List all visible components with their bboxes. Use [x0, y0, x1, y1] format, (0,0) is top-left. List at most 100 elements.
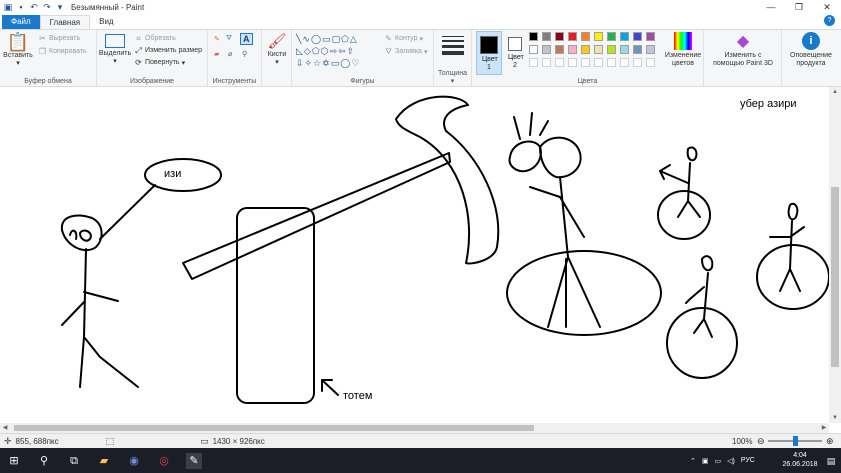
windows-start-icon[interactable]: ⊞ [6, 453, 22, 469]
shape-roundrect-icon[interactable]: ▢ [332, 34, 342, 44]
shape-pentagon-icon[interactable]: ⬠ [312, 46, 321, 56]
rotate-button[interactable]: ⟳ Повернуть ▾ [134, 58, 185, 67]
palette-swatch[interactable] [607, 32, 616, 41]
search-icon[interactable]: ⚲ [36, 453, 52, 469]
file-explorer-icon[interactable]: ▰ [96, 453, 112, 469]
shape-callout-oval-icon[interactable]: ◯ [340, 58, 351, 68]
customize-icon[interactable]: ▾ [55, 2, 65, 12]
color-picker-icon[interactable]: ⌀ [228, 50, 232, 58]
shape-up-arrow-icon[interactable]: ⇧ [347, 46, 356, 56]
shape-left-arrow-icon[interactable]: ⇦ [338, 46, 347, 56]
shape-down-arrow-icon[interactable]: ⇩ [296, 58, 305, 68]
palette-swatch[interactable] [555, 45, 564, 54]
custom-color-slot[interactable] [568, 58, 577, 67]
shapes-gallery[interactable]: ╲∿◯▭▢⬠△ ◺◇⬠⬡⇨⇦⇧ ⇩✧☆✡▭◯♡ [296, 33, 380, 69]
undo-icon[interactable]: ↶ [29, 2, 39, 12]
palette-swatch[interactable] [529, 45, 538, 54]
palette-swatch[interactable] [529, 32, 538, 41]
palette-swatch[interactable] [620, 32, 629, 41]
shape-diamond-icon[interactable]: ◇ [304, 46, 312, 56]
text-tool-icon[interactable]: A [240, 33, 253, 45]
shape-heart-icon[interactable]: ♡ [351, 58, 360, 68]
shape-callout-icon[interactable]: ▭ [331, 58, 341, 68]
custom-color-slot[interactable] [555, 58, 564, 67]
custom-color-slot[interactable] [607, 58, 616, 67]
horizontal-scrollbar[interactable]: ◀ ▶ [0, 423, 829, 433]
palette-swatch[interactable] [607, 45, 616, 54]
brushes-button[interactable]: 🖌 Кисти ▾ [263, 33, 291, 67]
zoom-in-button[interactable]: ⊕ [826, 436, 834, 447]
color1-button[interactable]: Цвет 1 [476, 31, 502, 75]
canvas-drawing[interactable]: изи тотем убер азири [0, 87, 829, 423]
edit-colors-button[interactable]: Изменение цветов [663, 32, 703, 68]
tab-file[interactable]: Файл [2, 15, 40, 29]
palette-swatch[interactable] [581, 32, 590, 41]
outline-button[interactable]: ✎ Контур ▾ [384, 34, 423, 43]
save-icon[interactable]: ▪ [16, 2, 26, 12]
select-button[interactable]: Выделить ▾ [98, 34, 132, 66]
shape-star4-icon[interactable]: ✧ [305, 58, 314, 68]
custom-color-slot[interactable] [633, 58, 642, 67]
fill-bucket-icon[interactable]: ⛛ [226, 35, 232, 43]
scroll-left-icon[interactable]: ◀ [0, 423, 10, 433]
paint-taskbar-icon[interactable]: ✎ [186, 453, 202, 469]
task-view-icon[interactable]: ⧉ [66, 453, 82, 469]
minimize-icon[interactable]: — [757, 0, 785, 14]
custom-color-slot[interactable] [581, 58, 590, 67]
close-icon[interactable]: ✕ [813, 0, 841, 14]
palette-swatch[interactable] [594, 32, 603, 41]
palette-swatch[interactable] [568, 32, 577, 41]
color2-button[interactable]: Цвет 2 [504, 31, 526, 75]
product-alert-button[interactable]: i Оповещение продукта [783, 32, 839, 68]
tab-view[interactable]: Вид [90, 15, 122, 29]
resize-button[interactable]: ⤢ Изменить размер [134, 46, 202, 55]
tray-chevron-icon[interactable]: ⌃ [690, 457, 696, 465]
clock[interactable]: 4:04 26.06.2018 [776, 451, 824, 469]
restore-icon[interactable]: ❐ [785, 0, 813, 14]
tray-app-icon[interactable]: ▣ [702, 457, 709, 465]
vertical-scrollbar[interactable]: ▲ ▼ [829, 87, 841, 423]
scroll-up-icon[interactable]: ▲ [829, 87, 841, 97]
paint3d-button[interactable]: ◆ Изменить с помощью Paint 3D [706, 32, 780, 68]
zoom-out-button[interactable]: ⊖ [757, 436, 765, 447]
shape-triangle-icon[interactable]: △ [350, 34, 358, 44]
custom-color-slot[interactable] [542, 58, 551, 67]
notifications-icon[interactable]: ▤ [823, 453, 839, 469]
cut-button[interactable]: ✂ Вырезать [38, 34, 80, 43]
vertical-scroll-thumb[interactable] [831, 187, 839, 367]
chrome-icon[interactable]: ◎ [156, 453, 172, 469]
palette-swatch[interactable] [620, 45, 629, 54]
shape-right-arrow-icon[interactable]: ⇨ [330, 46, 339, 56]
shape-oval-icon[interactable]: ◯ [311, 34, 322, 44]
magnifier-icon[interactable]: ⚲ [242, 50, 247, 58]
shape-star6-icon[interactable]: ✡ [322, 58, 331, 68]
eraser-icon[interactable]: ▰ [214, 50, 219, 58]
palette-swatch[interactable] [646, 32, 655, 41]
shape-rect-icon[interactable]: ▭ [322, 34, 332, 44]
copy-button[interactable]: ❐ Копировать [38, 47, 87, 56]
palette-swatch[interactable] [581, 45, 590, 54]
palette-swatch[interactable] [555, 32, 564, 41]
scroll-right-icon[interactable]: ▶ [819, 423, 829, 433]
crop-button[interactable]: ⌗ Обрезать [134, 34, 176, 43]
zoom-slider-thumb[interactable] [793, 436, 798, 446]
tab-home[interactable]: Главная [39, 15, 91, 29]
size-button[interactable] [442, 36, 464, 55]
palette-swatch[interactable] [633, 32, 642, 41]
palette-swatch[interactable] [633, 45, 642, 54]
horizontal-scroll-thumb[interactable] [14, 425, 534, 431]
help-icon[interactable]: ? [824, 15, 835, 26]
custom-color-slot[interactable] [646, 58, 655, 67]
pencil-icon[interactable]: ✎ [214, 35, 220, 43]
custom-color-slot[interactable] [594, 58, 603, 67]
custom-color-slot[interactable] [620, 58, 629, 67]
shape-hexagon-icon[interactable]: ⬡ [321, 46, 330, 56]
palette-swatch[interactable] [542, 45, 551, 54]
scroll-down-icon[interactable]: ▼ [829, 413, 841, 423]
fill-button[interactable]: ⛛ Заливка ▾ [384, 47, 427, 56]
redo-icon[interactable]: ↷ [42, 2, 52, 12]
volume-icon[interactable]: ◁) [727, 457, 735, 465]
palette-swatch[interactable] [646, 45, 655, 54]
paste-button[interactable]: 📋 Вставить ▾ [2, 32, 34, 68]
discord-icon[interactable]: ◉ [126, 453, 142, 469]
